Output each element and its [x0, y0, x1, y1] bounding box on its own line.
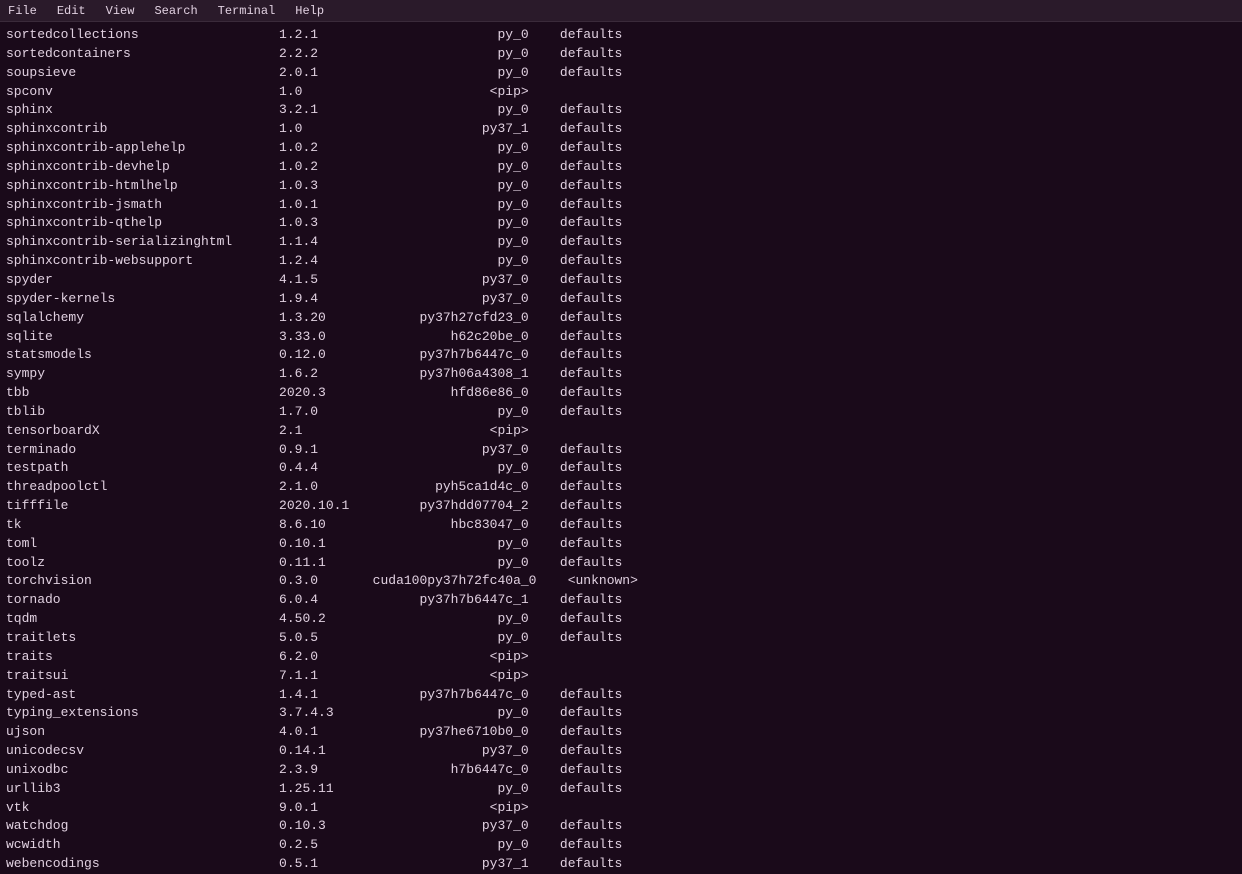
table-row: tqdm 4.50.2 py_0 defaults: [6, 610, 1236, 629]
table-row: sphinxcontrib-htmlhelp 1.0.3 py_0 defaul…: [6, 177, 1236, 196]
table-row: webencodings 0.5.1 py37_1 defaults: [6, 855, 1236, 874]
table-row: spyder-kernels 1.9.4 py37_0 defaults: [6, 290, 1236, 309]
table-row: testpath 0.4.4 py_0 defaults: [6, 459, 1236, 478]
table-row: sphinx 3.2.1 py_0 defaults: [6, 101, 1236, 120]
table-row: sphinxcontrib-devhelp 1.0.2 py_0 default…: [6, 158, 1236, 177]
table-row: spyder 4.1.5 py37_0 defaults: [6, 271, 1236, 290]
table-row: tblib 1.7.0 py_0 defaults: [6, 403, 1236, 422]
table-row: wcwidth 0.2.5 py_0 defaults: [6, 836, 1236, 855]
table-row: traits 6.2.0 <pip>: [6, 648, 1236, 667]
table-row: sphinxcontrib 1.0 py37_1 defaults: [6, 120, 1236, 139]
table-row: sqlite 3.33.0 h62c20be_0 defaults: [6, 328, 1236, 347]
table-row: sqlalchemy 1.3.20 py37h27cfd23_0 default…: [6, 309, 1236, 328]
table-row: soupsieve 2.0.1 py_0 defaults: [6, 64, 1236, 83]
table-row: traitlets 5.0.5 py_0 defaults: [6, 629, 1236, 648]
table-row: sphinxcontrib-jsmath 1.0.1 py_0 defaults: [6, 196, 1236, 215]
menubar-item-view[interactable]: View: [102, 2, 139, 20]
menubar-item-terminal[interactable]: Terminal: [214, 2, 280, 20]
table-row: unixodbc 2.3.9 h7b6447c_0 defaults: [6, 761, 1236, 780]
table-row: tensorboardX 2.1 <pip>: [6, 422, 1236, 441]
menubar-item-edit[interactable]: Edit: [53, 2, 90, 20]
table-row: sympy 1.6.2 py37h06a4308_1 defaults: [6, 365, 1236, 384]
menubar-item-help[interactable]: Help: [291, 2, 328, 20]
table-row: tbb 2020.3 hfd86e86_0 defaults: [6, 384, 1236, 403]
menubar: File Edit View Search Terminal Help: [0, 0, 1242, 22]
terminal-content: sortedcollections 1.2.1 py_0 defaultssor…: [0, 22, 1242, 874]
table-row: sortedcontainers 2.2.2 py_0 defaults: [6, 45, 1236, 64]
table-row: sphinxcontrib-qthelp 1.0.3 py_0 defaults: [6, 214, 1236, 233]
menubar-item-file[interactable]: File: [4, 2, 41, 20]
table-row: sphinxcontrib-applehelp 1.0.2 py_0 defau…: [6, 139, 1236, 158]
table-row: urllib3 1.25.11 py_0 defaults: [6, 780, 1236, 799]
table-row: watchdog 0.10.3 py37_0 defaults: [6, 817, 1236, 836]
menubar-item-search[interactable]: Search: [150, 2, 201, 20]
table-row: tornado 6.0.4 py37h7b6447c_1 defaults: [6, 591, 1236, 610]
table-row: ujson 4.0.1 py37he6710b0_0 defaults: [6, 723, 1236, 742]
table-row: toml 0.10.1 py_0 defaults: [6, 535, 1236, 554]
table-row: sortedcollections 1.2.1 py_0 defaults: [6, 26, 1236, 45]
table-row: vtk 9.0.1 <pip>: [6, 799, 1236, 818]
table-row: threadpoolctl 2.1.0 pyh5ca1d4c_0 default…: [6, 478, 1236, 497]
table-row: sphinxcontrib-websupport 1.2.4 py_0 defa…: [6, 252, 1236, 271]
table-row: toolz 0.11.1 py_0 defaults: [6, 554, 1236, 573]
table-row: spconv 1.0 <pip>: [6, 83, 1236, 102]
table-row: typed-ast 1.4.1 py37h7b6447c_0 defaults: [6, 686, 1236, 705]
table-row: tk 8.6.10 hbc83047_0 defaults: [6, 516, 1236, 535]
table-row: tifffile 2020.10.1 py37hdd07704_2 defaul…: [6, 497, 1236, 516]
table-row: terminado 0.9.1 py37_0 defaults: [6, 441, 1236, 460]
table-row: sphinxcontrib-serializinghtml 1.1.4 py_0…: [6, 233, 1236, 252]
table-row: statsmodels 0.12.0 py37h7b6447c_0 defaul…: [6, 346, 1236, 365]
table-row: typing_extensions 3.7.4.3 py_0 defaults: [6, 704, 1236, 723]
table-row: traitsui 7.1.1 <pip>: [6, 667, 1236, 686]
table-row: torchvision 0.3.0 cuda100py37h72fc40a_0 …: [6, 572, 1236, 591]
table-row: unicodecsv 0.14.1 py37_0 defaults: [6, 742, 1236, 761]
